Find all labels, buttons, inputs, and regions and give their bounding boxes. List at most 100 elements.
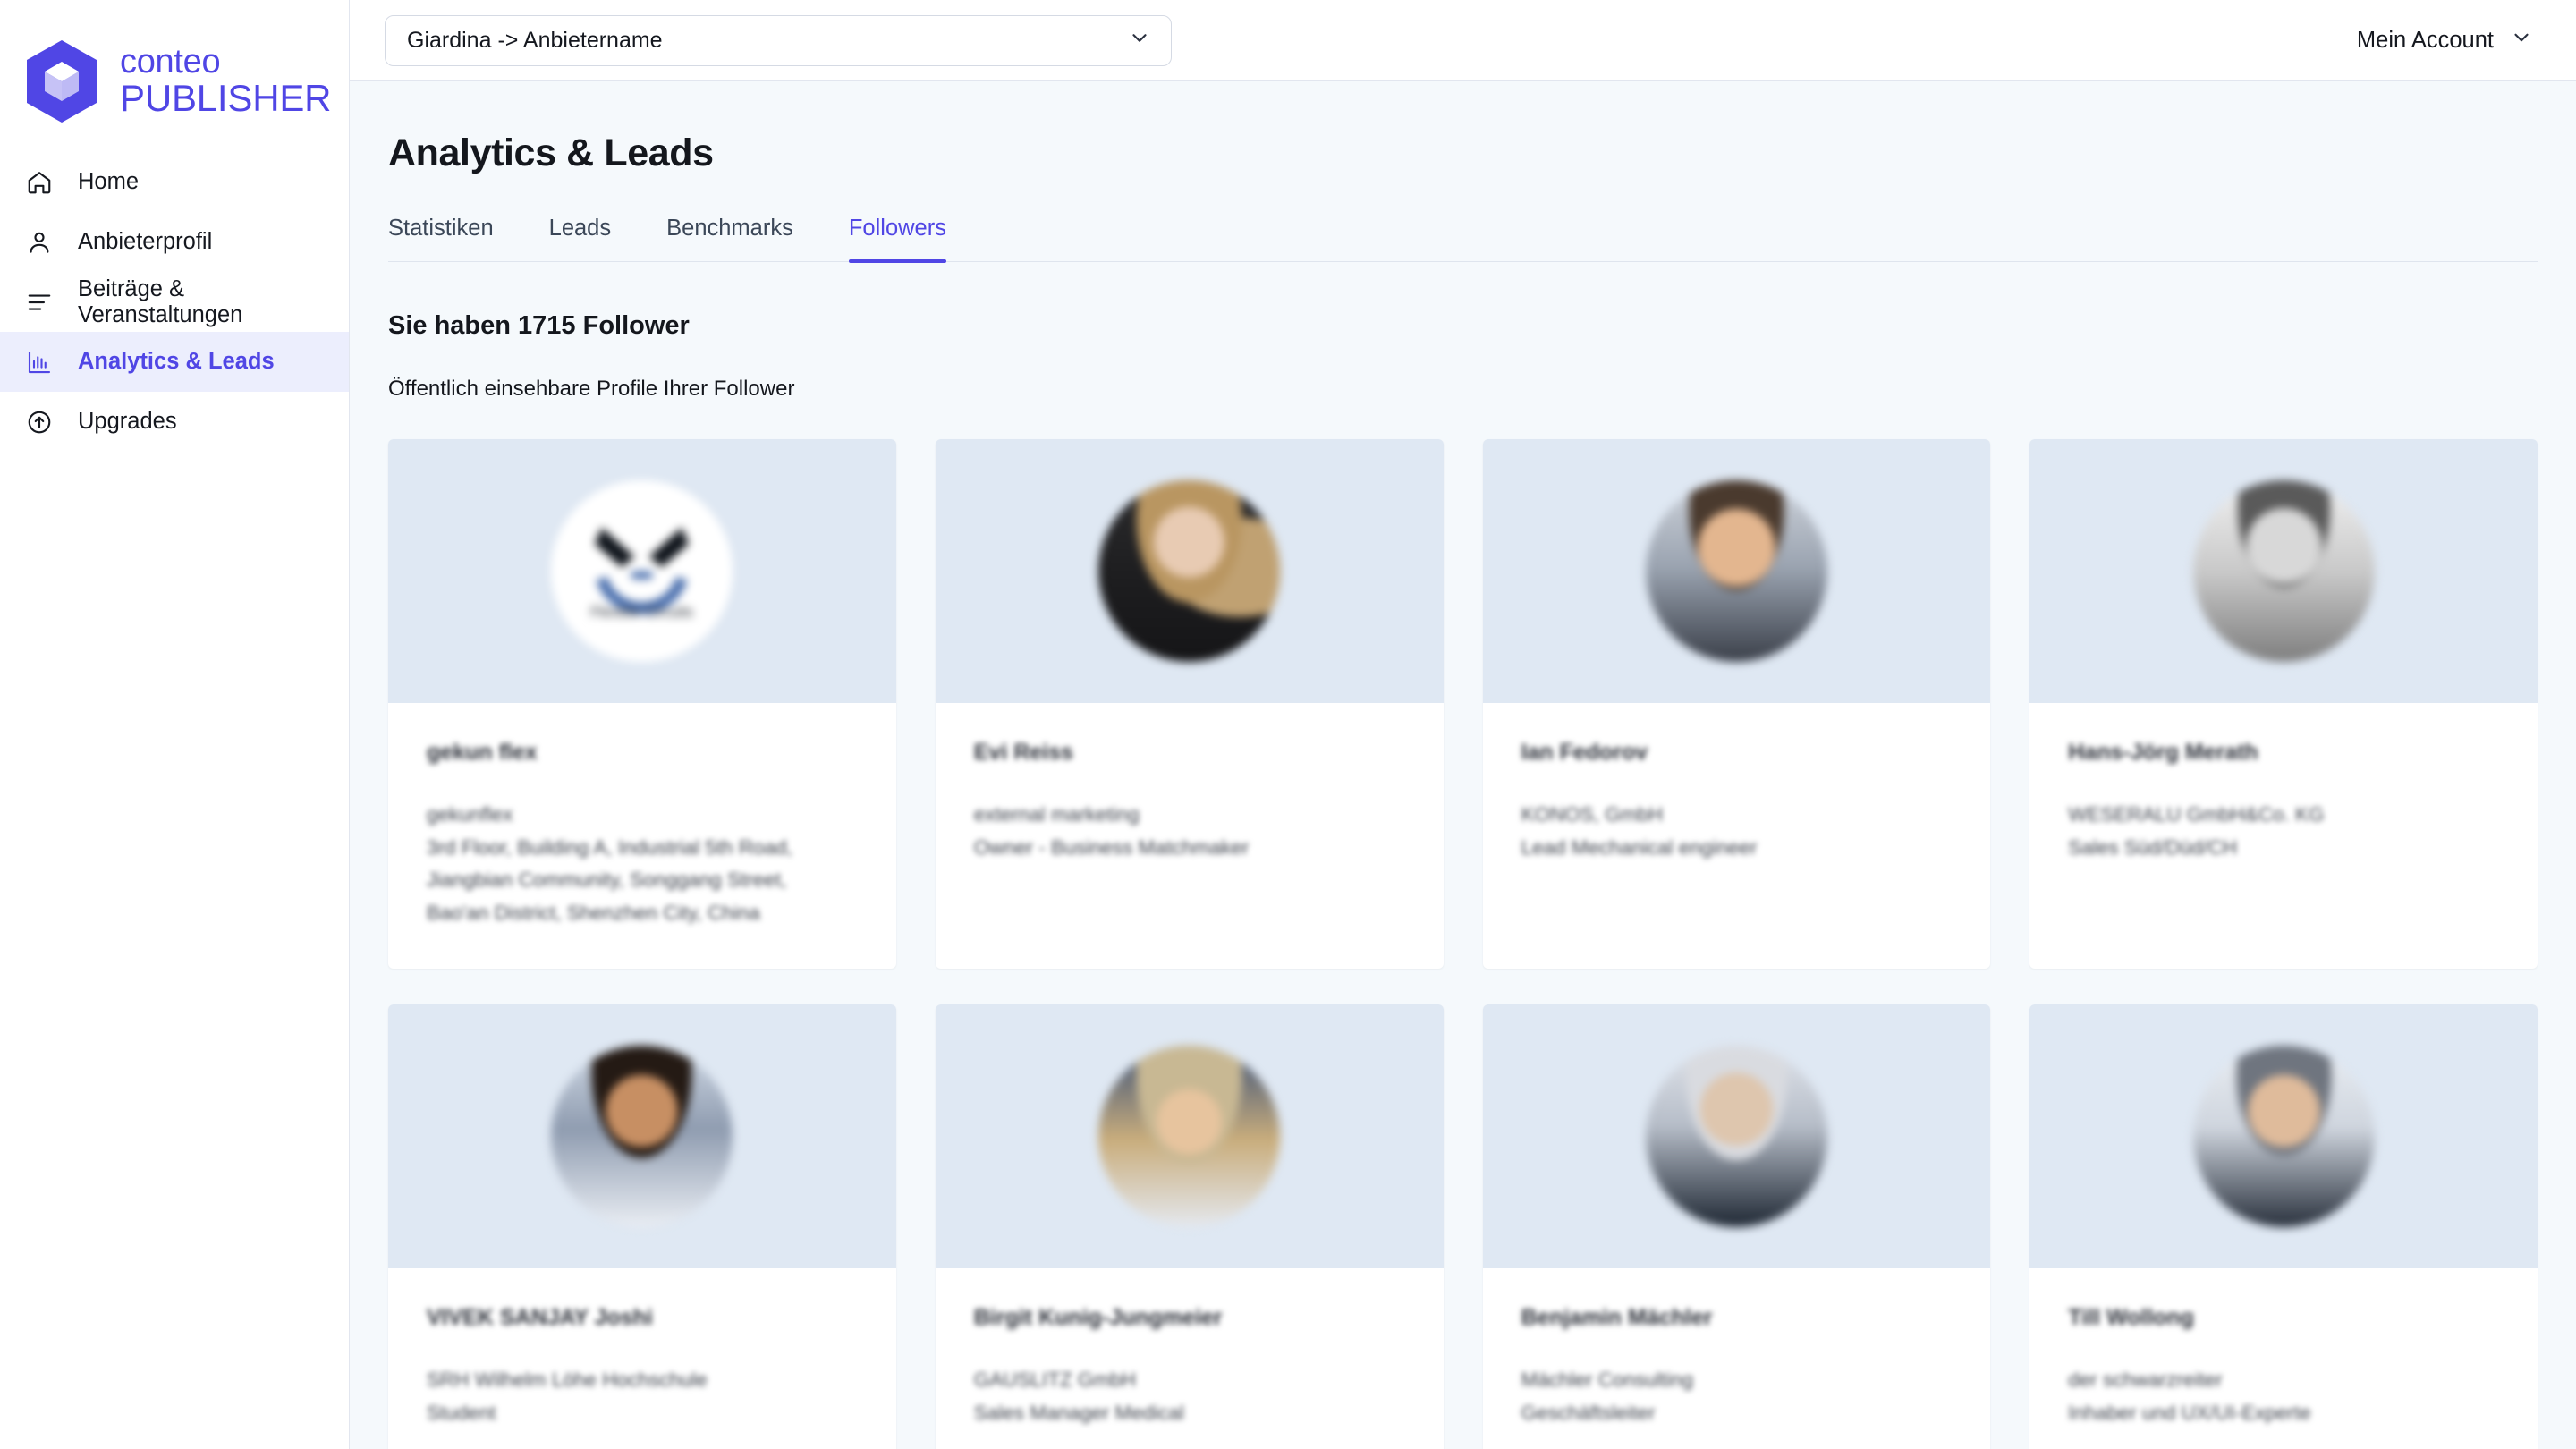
provider-select[interactable]: Giardina -> Anbietername [385, 14, 1172, 66]
avatar-photo [1645, 480, 1827, 662]
avatar-photo [1645, 1046, 1827, 1227]
list-icon [26, 289, 53, 316]
tab-bar: Statistiken Leads Benchmarks Followers [388, 216, 2538, 263]
sidebar-item-anbieterprofil[interactable]: Anbieterprofil [0, 212, 349, 272]
account-menu-label: Mein Account [2356, 27, 2494, 53]
sidebar-nav: Home Anbieterprofil Beiträge & Veranstal… [0, 152, 349, 452]
follower-card[interactable]: Benjamin Mächler Mächler Consulting Gesc… [1482, 1004, 1991, 1449]
follower-card[interactable]: Birgit Kunig-Jungmeier GAUSLITZ GmbH Sal… [935, 1004, 1444, 1449]
arrow-up-circle-icon [26, 409, 53, 436]
follower-name: VIVEK SANJAY Joshi [427, 1305, 653, 1330]
sidebar-item-home[interactable]: Home [0, 152, 349, 212]
avatar [2192, 480, 2375, 662]
chevron-down-icon [1128, 27, 1151, 55]
tab-label: Leads [548, 216, 612, 241]
card-body: Birgit Kunig-Jungmeier GAUSLITZ GmbH Sal… [936, 1268, 1444, 1449]
content-area: Analytics & Leads Statistiken Leads Benc… [350, 81, 2576, 1449]
follower-detail-line: Geschäftsleiter [1521, 1401, 1656, 1424]
hexagon-cube-logo-icon [23, 38, 100, 124]
follower-card[interactable]: VIVEK SANJAY Joshi SRH Wilhelm Löhe Hoch… [388, 1004, 896, 1449]
avatar-photo [1098, 480, 1281, 662]
card-avatar-area [1482, 1004, 1991, 1268]
follower-card[interactable]: Flexible Circuits gekun flex gekunflex 3… [388, 439, 896, 969]
follower-card[interactable]: Hans-Jörg Merath WESERALU GmbH&Co. KG Sa… [2029, 439, 2538, 969]
tab-benchmarks[interactable]: Benchmarks [666, 216, 793, 261]
avatar [1098, 480, 1281, 662]
follower-detail-line: GAUSLITZ GmbH [973, 1368, 1137, 1392]
follower-detail-line: Bao'an District, Shenzhen City, China [427, 901, 760, 924]
flexible-circuits-logo-icon: Flexible Circuits [551, 480, 733, 662]
user-icon [26, 229, 53, 256]
app-root: conteo PUBLISHER Home Anbieterprofil Bei… [0, 0, 2576, 1449]
home-icon [26, 169, 53, 196]
follower-note: Öffentlich einsehbare Profile Ihrer Foll… [388, 377, 795, 401]
card-body: gekun flex gekunflex 3rd Floor, Building… [388, 703, 896, 969]
follower-detail-line: Inhaber und UX/UI-Experte [2068, 1401, 2311, 1424]
follower-detail-line: external marketing [973, 803, 1140, 826]
follower-detail-line: gekunflex [427, 803, 513, 826]
follower-card[interactable]: Till Wollong der schwarzreiter Inhaber u… [2029, 1004, 2538, 1449]
follower-details: GAUSLITZ GmbH Sales Manager Medical [974, 1364, 1405, 1429]
tab-label: Followers [848, 216, 946, 241]
follower-detail-line: Mächler Consulting [1521, 1368, 1694, 1392]
follower-card-grid: Flexible Circuits gekun flex gekunflex 3… [388, 439, 2538, 1449]
follower-count-heading: Sie haben 1715 Follower [388, 311, 690, 340]
tab-statistiken[interactable]: Statistiken [388, 216, 494, 261]
card-body: Evi Reiss external marketing Owner - Bus… [936, 703, 1444, 950]
card-avatar-area [935, 1004, 1444, 1268]
brand-line-1: conteo [120, 43, 221, 81]
follower-details: Mächler Consulting Geschäftsleiter [1521, 1364, 1953, 1429]
follower-detail-line: Jiangbian Community, Songgang Street, [427, 869, 787, 892]
card-body: VIVEK SANJAY Joshi SRH Wilhelm Löhe Hoch… [388, 1268, 896, 1449]
content-inner: Analytics & Leads Statistiken Leads Benc… [350, 131, 2576, 1449]
tab-label: Statistiken [388, 216, 494, 241]
sidebar-item-analytics-leads[interactable]: Analytics & Leads [0, 332, 349, 392]
avatar [1645, 1046, 1827, 1227]
avatar: Flexible Circuits [551, 480, 733, 662]
follower-name: Till Wollong [2068, 1305, 2194, 1330]
follower-details: external marketing Owner - Business Matc… [974, 799, 1405, 864]
card-body: Hans-Jörg Merath WESERALU GmbH&Co. KG Sa… [2029, 703, 2538, 950]
sidebar-item-beitraege-veranstaltungen[interactable]: Beiträge & Veranstaltungen [0, 272, 349, 332]
sidebar-item-label: Upgrades [78, 409, 177, 434]
follower-name: Evi Reiss [973, 740, 1073, 765]
tab-leads[interactable]: Leads [549, 216, 611, 261]
follower-detail-line: 3rd Floor, Building A, Industrial 5th Ro… [427, 835, 792, 859]
top-bar: Giardina -> Anbietername Mein Account [350, 0, 2576, 81]
follower-details: KONOS, GmbH Lead Mechanical engineer [1521, 799, 1953, 864]
tab-label: Benchmarks [666, 216, 793, 241]
card-body: Till Wollong der schwarzreiter Inhaber u… [2029, 1268, 2538, 1449]
account-menu-button[interactable]: Mein Account [2357, 26, 2544, 55]
follower-card[interactable]: Ian Fedorov KONOS, GmbH Lead Mechanical … [1482, 439, 1991, 969]
page-title: Analytics & Leads [388, 131, 714, 174]
follower-name: Birgit Kunig-Jungmeier [973, 1305, 1223, 1330]
provider-select-value: Giardina -> Anbietername [407, 27, 663, 53]
follower-card[interactable]: Evi Reiss external marketing Owner - Bus… [935, 439, 1444, 969]
tab-followers[interactable]: Followers [848, 216, 947, 263]
follower-name: Hans-Jörg Merath [2068, 740, 2258, 765]
brand-logo[interactable]: conteo PUBLISHER [0, 0, 349, 131]
follower-detail-line: Sales Manager Medical [973, 1401, 1184, 1424]
avatar [1098, 1046, 1281, 1227]
follower-details: SRH Wilhelm Löhe Hochschule Student [427, 1364, 858, 1429]
svg-text:Flexible Circuits: Flexible Circuits [591, 604, 694, 620]
avatar-photo [2192, 1046, 2375, 1227]
main-area: Giardina -> Anbietername Mein Account An… [350, 0, 2576, 1449]
sidebar-item-label: Home [78, 169, 140, 194]
follower-details: gekunflex 3rd Floor, Building A, Industr… [427, 799, 858, 929]
follower-detail-line: Owner - Business Matchmaker [973, 835, 1250, 859]
card-avatar-area [935, 439, 1444, 703]
follower-detail-line: Student [427, 1401, 496, 1424]
card-avatar-area [1482, 439, 1991, 703]
follower-detail-line: SRH Wilhelm Löhe Hochschule [427, 1368, 708, 1392]
follower-detail-line: WESERALU GmbH&Co. KG [2068, 803, 2325, 826]
follower-details: WESERALU GmbH&Co. KG Sales Süd/Düd/CH [2068, 799, 2499, 864]
card-avatar-area [388, 1004, 896, 1268]
avatar [1645, 480, 1827, 662]
sidebar-item-label: Anbieterprofil [78, 229, 213, 254]
card-avatar-area [2029, 439, 2538, 703]
sidebar-item-upgrades[interactable]: Upgrades [0, 392, 349, 452]
avatar-photo [2192, 480, 2375, 662]
follower-detail-line: Lead Mechanical engineer [1521, 835, 1758, 859]
sidebar: conteo PUBLISHER Home Anbieterprofil Bei… [0, 0, 350, 1449]
